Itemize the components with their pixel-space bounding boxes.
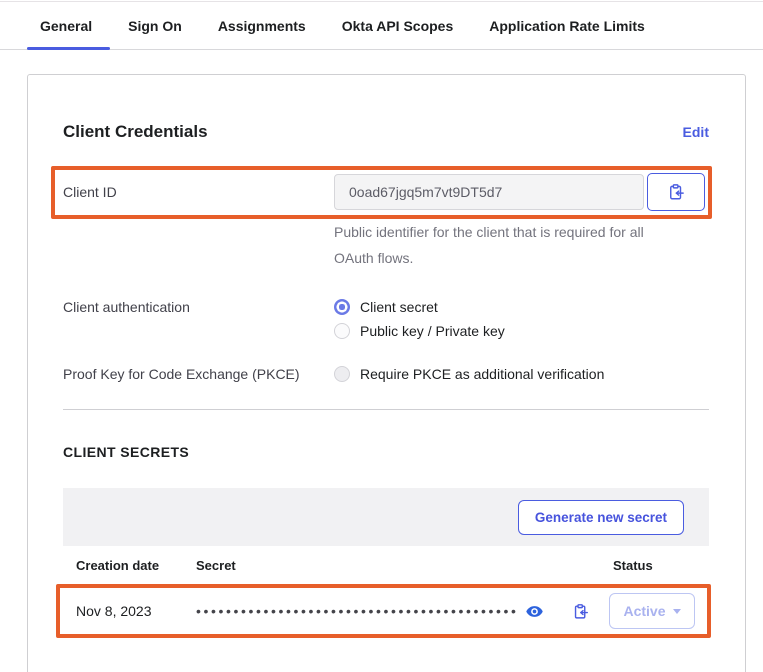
tab-label: Okta API Scopes	[342, 18, 454, 34]
tab-label: General	[40, 18, 92, 34]
section-title: Client Credentials	[63, 122, 208, 142]
copy-client-id-button[interactable]	[647, 173, 705, 211]
edit-link[interactable]: Edit	[683, 124, 709, 140]
copy-secret-button[interactable]	[572, 603, 589, 620]
status-label: Active	[623, 603, 665, 619]
tab-sign-on[interactable]: Sign On	[110, 18, 200, 49]
cell-secret: ••••••••••••••••••••••••••••••••••••••••…	[196, 602, 609, 621]
radio-option-label: Client secret	[360, 299, 438, 315]
client-id-label: Client ID	[63, 184, 334, 200]
clipboard-copy-icon	[667, 183, 685, 201]
client-secrets-table: Generate new secret Creation date Secret…	[63, 488, 709, 636]
column-header-status: Status	[609, 558, 709, 573]
masked-secret-value: ••••••••••••••••••••••••••••••••••••••••…	[196, 604, 519, 618]
cell-creation-date: Nov 8, 2023	[76, 603, 196, 619]
radio-selected-icon	[334, 299, 350, 315]
client-id-row: Client ID	[63, 172, 709, 212]
caret-down-icon	[673, 609, 681, 614]
pkce-checkbox-icon	[334, 366, 350, 382]
tab-application-rate-limits[interactable]: Application Rate Limits	[471, 18, 663, 49]
client-id-input[interactable]	[334, 174, 644, 210]
eye-icon	[525, 602, 544, 621]
client-id-help: Public identifier for the client that is…	[334, 219, 682, 271]
client-secrets-heading: CLIENT SECRETS	[63, 444, 709, 460]
tab-general[interactable]: General	[27, 18, 110, 49]
client-authentication-options: Client secret Public key / Private key	[334, 299, 505, 339]
pkce-option-label: Require PKCE as additional verification	[360, 366, 604, 382]
pkce-checkbox-option[interactable]: Require PKCE as additional verification	[334, 366, 604, 382]
client-credentials-header: Client Credentials Edit	[63, 122, 709, 142]
column-header-secret: Secret	[196, 558, 609, 573]
secrets-toolbar: Generate new secret	[63, 488, 709, 546]
clipboard-copy-icon	[572, 603, 589, 620]
tab-label: Sign On	[128, 18, 182, 34]
secret-table-row: Nov 8, 2023 ••••••••••••••••••••••••••••…	[63, 586, 709, 636]
settings-card: Client Credentials Edit Client ID Public…	[27, 74, 746, 672]
generate-new-secret-button[interactable]: Generate new secret	[518, 500, 684, 535]
tab-label: Assignments	[218, 18, 306, 34]
client-authentication-label: Client authentication	[63, 299, 334, 315]
radio-option-public-key[interactable]: Public key / Private key	[334, 323, 505, 339]
column-header-creation-date: Creation date	[76, 558, 196, 573]
table-header-row: Creation date Secret Status	[63, 546, 709, 586]
section-divider	[63, 409, 709, 410]
radio-option-client-secret[interactable]: Client secret	[334, 299, 505, 315]
pkce-row: Proof Key for Code Exchange (PKCE) Requi…	[63, 366, 709, 382]
cell-status: Active	[609, 593, 709, 629]
show-secret-button[interactable]	[525, 602, 544, 621]
tab-okta-api-scopes[interactable]: Okta API Scopes	[324, 18, 472, 49]
status-dropdown-button[interactable]: Active	[609, 593, 695, 629]
radio-unselected-icon	[334, 323, 350, 339]
pkce-label: Proof Key for Code Exchange (PKCE)	[63, 366, 334, 382]
tab-bar: General Sign On Assignments Okta API Sco…	[0, 2, 763, 50]
radio-option-label: Public key / Private key	[360, 323, 505, 339]
client-authentication-row: Client authentication Client secret Publ…	[63, 299, 709, 339]
tab-assignments[interactable]: Assignments	[200, 18, 324, 49]
tab-label: Application Rate Limits	[489, 18, 645, 34]
client-id-field-group	[334, 173, 705, 211]
